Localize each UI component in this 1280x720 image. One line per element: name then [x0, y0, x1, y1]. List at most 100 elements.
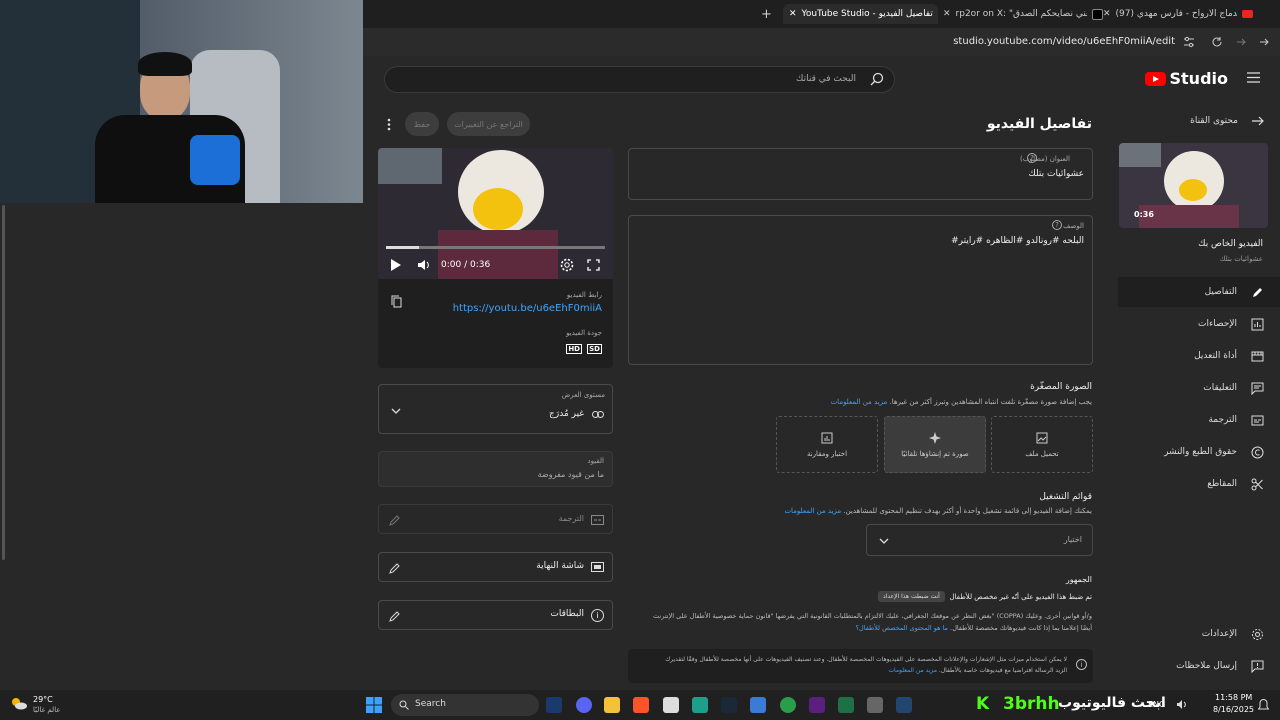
auto-thumbnail-card[interactable]: صورة تم إنشاؤها تلقائيًا [884, 416, 986, 473]
search-icon[interactable] [870, 72, 884, 86]
help-icon[interactable]: ? [1052, 220, 1062, 230]
end-screen-label: شاشة النهاية [536, 561, 584, 571]
more-options-icon[interactable] [387, 118, 391, 131]
steam-icon[interactable] [896, 697, 912, 713]
video-link[interactable]: https://youtu.be/u6eEhF0miiA [453, 303, 602, 314]
sidebar-item-details[interactable]: التفاصيل [1118, 277, 1280, 307]
comments-icon [1251, 382, 1264, 395]
taskbar: 29°C عالم غالبًا Search K 3brhh ابحث فال… [0, 690, 1280, 720]
windows-start-icon[interactable] [366, 697, 382, 713]
tab-x[interactable]: ✕ rp2or on X: "مش بتعني نصايحكم الصدق" [943, 4, 1103, 24]
help-icon[interactable]: ? [1027, 153, 1037, 163]
studio-logo[interactable]: Studio [1144, 69, 1228, 88]
test-compare-card[interactable]: اختبار ومقارنة [776, 416, 878, 473]
kids-content-link[interactable]: ما هو المحتوى المخصص للأطفال؟ [856, 624, 948, 632]
sidebar-item-subtitles[interactable]: الترجمة [1118, 405, 1280, 435]
end-screen-row[interactable]: شاشة النهاية [378, 552, 613, 582]
learn-more-link[interactable]: مزيد من المعلومات [784, 507, 841, 515]
weather-icon[interactable] [10, 696, 28, 710]
sidebar-item-feedback[interactable]: إرسال ملاحظات [1118, 651, 1280, 681]
audience-status: تم ضبط هذا الفيديو على أنّه غير مخصص للأ… [949, 593, 1092, 601]
pencil-icon[interactable] [389, 562, 401, 574]
restrictions-field[interactable]: القيود ما من قيود مفروضة [378, 451, 613, 487]
app-icon[interactable] [546, 697, 562, 713]
discord-icon[interactable] [576, 697, 592, 713]
pencil-icon[interactable] [389, 514, 401, 526]
playlists-desc: يمكنك إضافة الفيديو إلى قائمة تشغيل واحد… [784, 507, 1092, 515]
reload-icon[interactable] [1211, 36, 1223, 48]
tab-youtube[interactable]: ✕ (97) اندماج الارواح - فارس مهدي [1103, 4, 1253, 24]
app-icon[interactable] [867, 697, 883, 713]
overlay-handle: 3brhh [1003, 694, 1060, 714]
tab-label: rp2or on X: "مش بتعني نصايحكم الصدق" [955, 9, 1087, 19]
forward-icon[interactable] [1235, 36, 1247, 48]
subtitles-row[interactable]: الترجمة [378, 504, 613, 534]
video-preview-card: 0:00 / 0:36 رابط الفيديو https://youtu.b… [378, 148, 613, 368]
pencil-icon[interactable] [389, 610, 401, 622]
weather-desc: عالم غالبًا [33, 706, 61, 714]
visibility-select[interactable]: مستوى العرض غير مُدرَج [378, 384, 613, 434]
file-explorer-icon[interactable] [604, 697, 620, 713]
undo-changes-button[interactable]: التراجع عن التغييرات [447, 112, 530, 136]
progress-track[interactable] [386, 246, 605, 249]
sidebar-item-copyright[interactable]: حقوق الطبع والنشر [1118, 437, 1280, 467]
notifications-icon[interactable] [1258, 698, 1269, 711]
tab-youtube-studio[interactable]: ✕ YouTube Studio - تفاصيل الفيديو [783, 4, 938, 24]
clock-time[interactable]: 11:58 PM [1215, 693, 1252, 702]
sidebar-item-comments[interactable]: التعليقات [1118, 373, 1280, 403]
app-icon[interactable] [663, 697, 679, 713]
playlist-select-value: اختيار [1063, 535, 1082, 544]
app-icon[interactable] [809, 697, 825, 713]
brave-icon[interactable] [633, 697, 649, 713]
tab-label: YouTube Studio - تفاصيل الفيديو [801, 9, 933, 19]
app-icon[interactable] [692, 697, 708, 713]
clock-date[interactable]: 8/16/2025 [1213, 705, 1254, 714]
url-text[interactable]: studio.youtube.com/video/u6eEhF0miiA/edi… [953, 36, 1175, 47]
site-settings-icon[interactable] [1183, 36, 1195, 48]
close-icon[interactable]: ✕ [789, 9, 797, 19]
sidebar-video-thumbnail[interactable]: 0:36 [1119, 143, 1268, 228]
search-input[interactable]: البحث في قناتك [384, 66, 895, 93]
save-button[interactable]: حفظ [405, 112, 439, 136]
learn-more-link[interactable]: مزيد من المعلومات [831, 398, 888, 406]
visibility-value: غير مُدرَج [549, 409, 584, 419]
gear-icon[interactable] [560, 258, 574, 272]
learn-more-link[interactable]: مزيد من المعلومات [888, 667, 937, 674]
title-field[interactable]: العنوان (مطلوب) ? عشوائيات بتلك [628, 148, 1093, 200]
thumbnail-desc: يجب إضافة صورة مصغّرة تلفت انتباه المشاه… [830, 398, 1092, 406]
video-player[interactable]: 0:00 / 0:36 [378, 148, 613, 279]
your-video-heading: الفيديو الخاص بك [1198, 239, 1263, 249]
video-link-label: رابط الفيديو [566, 291, 602, 299]
menu-icon[interactable] [1247, 72, 1260, 83]
sidebar-item-editor[interactable]: أداة التعديل [1118, 341, 1280, 371]
video-quality-label: جودة الفيديو [566, 329, 602, 337]
sidebar-item-clips[interactable]: المقاطع [1118, 469, 1280, 499]
new-tab-button[interactable]: + [761, 4, 772, 24]
upload-thumbnail-card[interactable]: تحميل ملف [991, 416, 1093, 473]
weather-temp: 29°C [33, 695, 53, 704]
sidebar-item-settings[interactable]: الإعدادات [1118, 619, 1280, 649]
close-icon[interactable]: ✕ [1103, 9, 1111, 19]
copy-icon[interactable] [391, 295, 402, 308]
x-favicon-icon [1092, 8, 1103, 20]
excel-icon[interactable] [838, 697, 854, 713]
fullscreen-icon[interactable] [587, 259, 600, 271]
back-to-channel-content[interactable]: محتوى القناة [1118, 106, 1280, 136]
volume-icon[interactable] [1176, 699, 1188, 710]
steam-icon[interactable] [721, 697, 737, 713]
back-icon[interactable] [1258, 36, 1270, 48]
close-icon[interactable]: ✕ [943, 9, 951, 19]
chrome-icon[interactable] [780, 697, 796, 713]
cards-row[interactable]: البطاقات i [378, 600, 613, 630]
app-icon[interactable] [750, 697, 766, 713]
sparkle-icon [929, 431, 941, 444]
playlists-heading: قوائم التشغيل [1039, 492, 1092, 502]
language-indicator[interactable]: ENG [1148, 700, 1165, 709]
playlist-select[interactable]: اختيار [866, 524, 1093, 556]
volume-icon[interactable] [417, 259, 431, 271]
sidebar-item-analytics[interactable]: الإحصاءات [1118, 309, 1280, 339]
taskbar-search[interactable]: Search [391, 694, 539, 716]
play-icon[interactable] [390, 259, 401, 271]
scrollbar[interactable] [2, 205, 5, 560]
description-field[interactable]: الوصف ? #البلحه #رونالدو #الظاهره #رايتر [628, 215, 1093, 365]
